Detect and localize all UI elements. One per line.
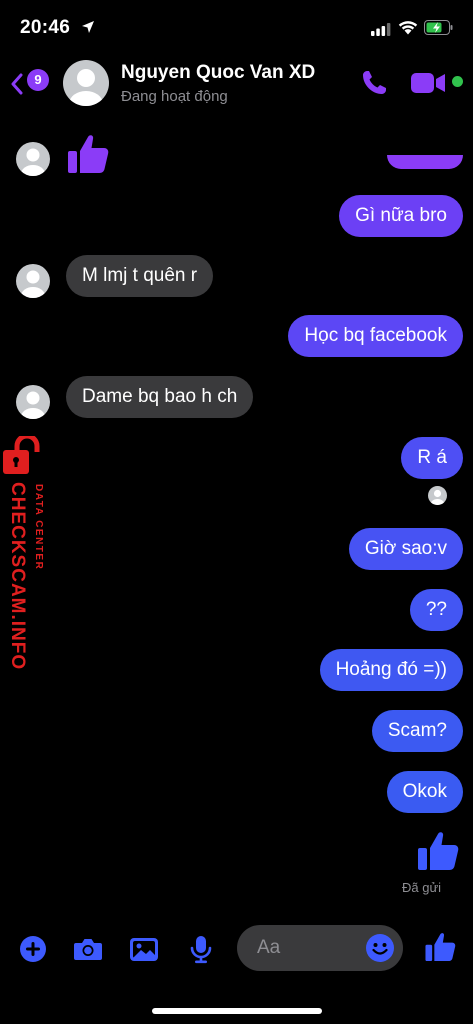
camera-icon[interactable] (72, 933, 104, 965)
message-input[interactable]: Aa (237, 925, 403, 971)
phone-icon[interactable] (359, 68, 389, 98)
location-arrow-icon (82, 21, 94, 33)
online-indicator (452, 76, 463, 87)
sender-avatar[interactable] (16, 264, 50, 298)
signal-icon (371, 23, 391, 36)
battery-icon (424, 20, 453, 35)
sender-avatar[interactable] (16, 142, 50, 176)
message-bubble[interactable]: Okok (386, 771, 463, 813)
message-bubble[interactable]: Hoảng đó =)) (319, 649, 463, 691)
video-camera-icon[interactable] (410, 70, 446, 96)
watermark-brand: CHECKSCAM.INFO (7, 482, 28, 671)
message-bubble[interactable]: Scam? (371, 710, 463, 752)
status-bar: 20:46 (0, 0, 473, 52)
message-bubble[interactable]: Gì nữa bro (339, 195, 463, 237)
message-bubble[interactable]: Giờ sao:v (348, 528, 463, 570)
image-icon[interactable] (128, 933, 160, 965)
contact-name[interactable]: Nguyen Quoc Van XD (121, 62, 315, 84)
message-bubble[interactable]: Học bq facebook (288, 315, 463, 357)
status-time: 20:46 (20, 17, 71, 38)
message-input-placeholder: Aa (257, 937, 281, 958)
message-bubble[interactable]: ?? (409, 589, 463, 631)
previous-message-bubble[interactable] (387, 155, 463, 169)
unread-badge: 9 (27, 69, 49, 91)
message-bubble[interactable]: M lmj t quên r (66, 255, 214, 297)
microphone-icon[interactable] (185, 933, 217, 965)
composer-bar: Aa (0, 920, 473, 980)
watermark-sub: DATA CENTER (33, 484, 44, 571)
plus-circle-icon[interactable] (17, 933, 49, 965)
lock-icon (3, 436, 40, 474)
home-indicator[interactable] (152, 1008, 322, 1014)
thumbs-up-icon[interactable] (66, 131, 112, 177)
emoji-icon[interactable] (365, 933, 395, 963)
thumbs-up-icon[interactable] (424, 930, 458, 964)
message-bubble[interactable]: Dame bq bao h ch (66, 376, 254, 418)
read-receipt-avatar (428, 486, 447, 505)
sender-avatar[interactable] (16, 385, 50, 419)
sent-status: Đã gửi (402, 880, 442, 895)
back-button[interactable]: 9 (10, 69, 54, 99)
contact-avatar[interactable] (63, 60, 109, 106)
wifi-icon (398, 21, 418, 35)
message-bubble[interactable]: R á (401, 437, 463, 479)
contact-status: Đang hoạt động (121, 88, 228, 105)
back-chevron-icon (11, 73, 23, 95)
chat-header: 9 Nguyen Quoc Van XD Đang hoạt động (0, 52, 473, 169)
thumbs-up-icon[interactable] (416, 828, 462, 874)
